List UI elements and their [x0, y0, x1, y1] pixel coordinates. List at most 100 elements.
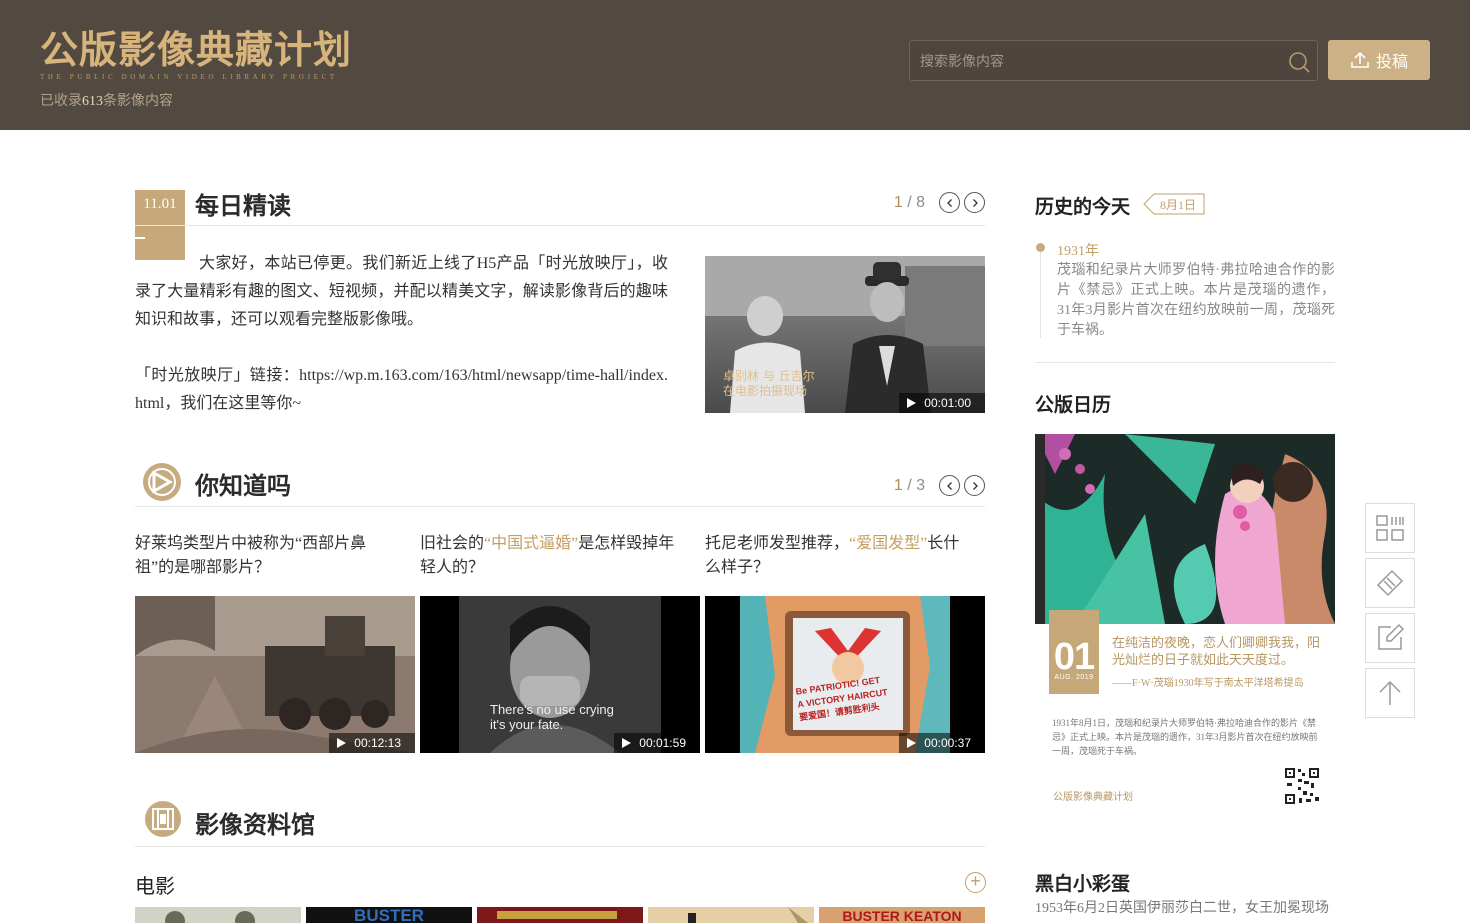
play-icon [907, 738, 917, 748]
duration-text: 00:01:59 [639, 736, 686, 750]
know-pager: 1 / 3 [894, 475, 985, 496]
know-q3-highlight: “爱国发型” [849, 535, 928, 552]
video-duration: 00:12:13 [329, 733, 415, 753]
timeline-line [1040, 252, 1041, 338]
easter-text[interactable]: 1953年6月2日英国伊丽莎白二世，女王加冕现场 [1035, 898, 1335, 919]
know-video-3[interactable]: Be PATRIOTIC! GET A VICTORY HAIRCUT 要爱国！请剪… [705, 596, 985, 753]
video-subtitle: There's no use crying it's your fate. [490, 702, 614, 732]
play-icon [907, 398, 917, 408]
know-q2-pre: 旧社会的 [420, 535, 485, 552]
archive-thumb-4[interactable] [648, 907, 814, 923]
logo-title: 公版影像典藏计划 [40, 27, 353, 72]
feedback-button[interactable] [1365, 613, 1415, 663]
ticket-icon [1376, 569, 1404, 597]
video-subtitle-line2: it's your fate. [490, 717, 564, 732]
chevron-right-icon [972, 198, 978, 207]
daily-next-button[interactable] [964, 192, 985, 213]
daily-prev-button[interactable] [939, 192, 960, 213]
calendar-quote: 在纯洁的夜晚，恋人们卿卿我我，阳光灿烂的日子就如此天天度过。 [1112, 635, 1321, 667]
history-date: 8月1日 [1159, 198, 1196, 212]
daily-page-current: 1 [893, 193, 903, 211]
know-q3-pre: 托尼老师发型推荐， [705, 535, 850, 552]
know-video-2[interactable]: There's no use crying it's your fate. 00:… [420, 596, 700, 753]
daily-video[interactable]: 卓别林 与 丘吉尔 在电影拍摄现场 00:01:00 [705, 256, 985, 413]
arrow-up-icon [1379, 680, 1401, 705]
submit-button[interactable]: 投稿 [1328, 40, 1430, 80]
daily-page-sep: / [907, 193, 912, 211]
calendar-day-badge: 01 AUG. 2019 [1049, 610, 1099, 694]
qr-code-icon [1284, 767, 1320, 805]
archive-thumb-1[interactable] [135, 907, 301, 923]
archive-section-icon [145, 801, 181, 837]
know-question-3[interactable]: 托尼老师发型推荐，“爱国发型”长什么样子？ [705, 532, 963, 580]
daily-video-caption-line1: 卓别林 与 丘吉尔 [723, 369, 815, 383]
archive-thumb-3[interactable] [477, 907, 643, 923]
count-suffix: 条影像内容 [103, 94, 173, 109]
know-question-2[interactable]: 旧社会的“中国式逼婚”是怎样毁掉年轻人的？ [420, 532, 678, 580]
daily-section-header: 每日精读 1 / 8 [135, 186, 985, 226]
daily-page-total: 8 [916, 193, 925, 211]
know-video-1-thumbnail [135, 596, 415, 753]
site-header: 公版影像典藏计划 THE PUBLIC DOMAIN VIDEO LIBRARY… [0, 0, 1470, 130]
qr-scan-icon [1376, 515, 1404, 541]
archive-more-button[interactable]: + [965, 872, 986, 893]
count-value: 613 [82, 94, 103, 109]
play-badge-icon [148, 468, 176, 496]
daily-paragraph: 大家好，本站已停更。我们新近上线了H5产品「时光放映厅」，收录了大量精彩有趣的图… [135, 255, 668, 328]
know-page-sep: / [907, 476, 912, 494]
know-title: 你知道吗 [195, 472, 291, 500]
know-video-3-thumbnail [705, 596, 985, 753]
search-box [909, 40, 1318, 81]
archive-thumb-4-image [648, 907, 814, 923]
submit-label: 投稿 [1375, 54, 1408, 71]
chevron-left-icon [946, 481, 952, 490]
site-logo[interactable]: 公版影像典藏计划 THE PUBLIC DOMAIN VIDEO LIBRARY… [40, 27, 353, 82]
archive-thumb-2[interactable]: BUSTER [306, 907, 472, 923]
duration-text: 00:01:00 [924, 396, 971, 410]
chevron-right-icon [972, 481, 978, 490]
calendar-card[interactable]: 01 AUG. 2019 在纯洁的夜晚，恋人们卿卿我我，阳光灿烂的日子就如此天天… [1035, 434, 1335, 810]
duration-text: 00:00:37 [924, 736, 971, 750]
search-icon[interactable] [1287, 50, 1311, 74]
film-reel-icon [152, 808, 174, 830]
history-date-tag: 8月1日 [1143, 193, 1205, 215]
archive-section-header: 影像资料馆 [135, 801, 985, 847]
daily-page-indicator: 1 / 8 [894, 194, 925, 212]
back-to-top-button[interactable] [1365, 668, 1415, 718]
archive-thumb-3-image [477, 907, 643, 923]
search-input[interactable] [920, 41, 1280, 80]
know-video-1[interactable]: 00:12:13 [135, 596, 415, 753]
archive-title: 影像资料馆 [195, 811, 315, 839]
play-icon [337, 738, 347, 748]
video-subtitle-line1: There's no use crying [490, 702, 614, 717]
timeline-dot [1036, 243, 1045, 252]
easter-title: 黑白小彩蛋 [1035, 873, 1131, 895]
know-question-1[interactable]: 好莱坞类型片中被称为“西部片鼻祖”的是哪部影片？ [135, 532, 393, 580]
know-section-icon [143, 463, 181, 501]
history-description: 茂瑙和纪录片大师罗伯特·弗拉哈迪合作的影片《禁忌》正式上映。本片是茂瑙的遗作，3… [1057, 263, 1335, 338]
daily-article: 大家好，本站已停更。我们新近上线了H5产品「时光放映厅」，收录了大量精彩有趣的图… [135, 250, 668, 418]
calendar-title: 公版日历 [1035, 394, 1112, 416]
archive-category-movie[interactable]: 电影 [135, 870, 175, 899]
chevron-left-icon [946, 198, 952, 207]
know-next-button[interactable] [964, 475, 985, 496]
video-duration: 00:00:37 [899, 733, 985, 753]
content-count: 已收录613条影像内容 [40, 90, 173, 110]
calendar-brand: 公版影像典藏计划 [1053, 792, 1133, 803]
calendar-day: 01 [1053, 636, 1095, 678]
know-prev-button[interactable] [939, 475, 960, 496]
history-year: 1931年 [1057, 244, 1099, 259]
ticket-button[interactable] [1365, 558, 1415, 608]
daily-link-line[interactable]: 「时光放映厅」链接：https://wp.m.163.com/163/html/… [135, 362, 668, 418]
edit-icon [1378, 623, 1405, 650]
archive-thumb-1-image [135, 907, 301, 923]
know-page-indicator: 1 / 3 [894, 477, 925, 495]
right-divider [1035, 362, 1335, 363]
qr-code-button[interactable] [1365, 503, 1415, 553]
history-title: 历史的今天 [1035, 196, 1131, 218]
calendar-image [1035, 434, 1335, 624]
video-duration: 00:01:00 [899, 393, 985, 413]
archive-thumb-5[interactable]: BUSTER KEATON [819, 907, 985, 923]
logo-subtitle: THE PUBLIC DOMAIN VIDEO LIBRARY PROJECT [40, 73, 338, 81]
daily-pager: 1 / 8 [894, 192, 985, 213]
